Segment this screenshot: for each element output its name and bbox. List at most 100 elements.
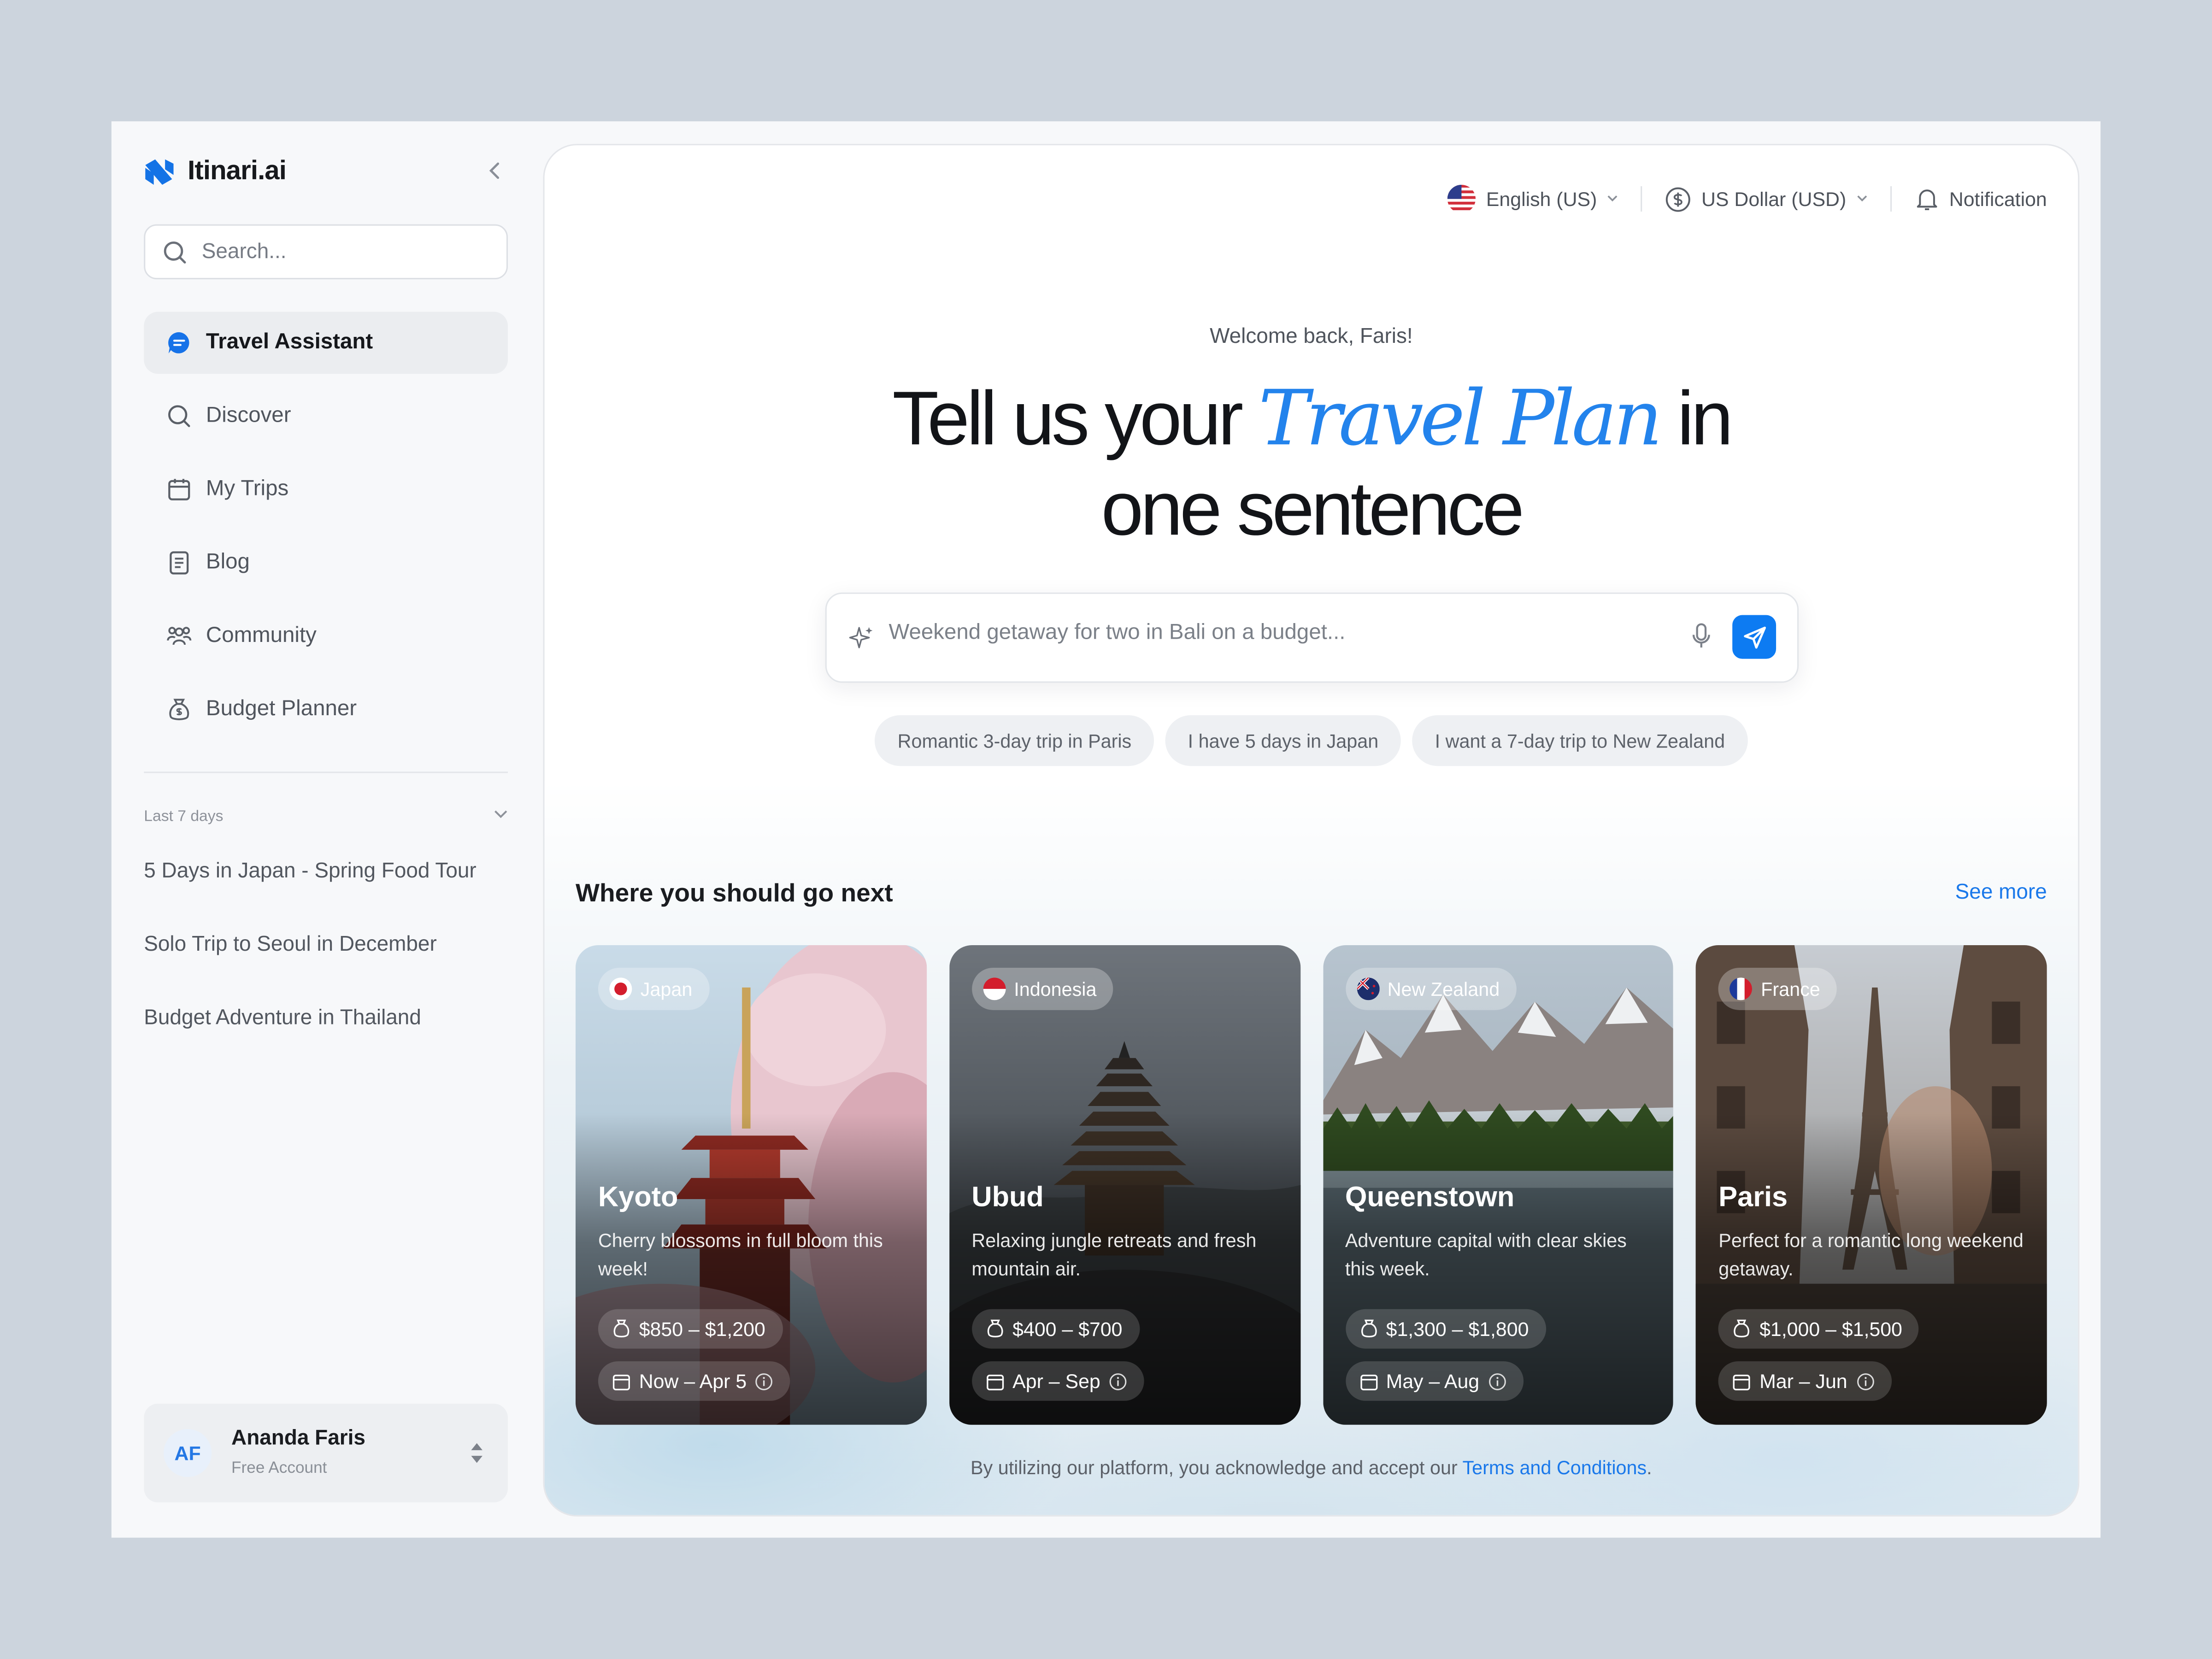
chevron-left-icon [489, 162, 500, 179]
calendar-icon [166, 477, 192, 502]
nav-label: Travel Assistant [206, 330, 373, 354]
search-icon [164, 241, 186, 263]
country-badge: France [1718, 967, 1837, 1010]
city-name: Ubud [971, 1182, 1044, 1213]
currency-label: US Dollar (USD) [1701, 188, 1847, 211]
price-range: $1,300 – $1,800 [1345, 1309, 1546, 1349]
price-text: $1,000 – $1,500 [1759, 1318, 1902, 1341]
currency-selector[interactable]: US Dollar (USD) [1665, 186, 1867, 212]
app-window: Itinari.ai Travel Assistant Discover [111, 121, 2101, 1538]
recent-trips-list: 5 Days in Japan - Spring Food Tour Solo … [144, 855, 525, 1075]
country-name: France [1761, 978, 1820, 1000]
main-panel: English (US) US Dollar (USD) Notificatio… [543, 144, 2080, 1517]
info-icon[interactable] [1856, 1372, 1874, 1390]
send-button[interactable] [1732, 615, 1777, 659]
suggestion-chip[interactable]: I have 5 days in Japan [1165, 715, 1401, 766]
terms-link[interactable]: Terms and Conditions [1462, 1457, 1647, 1478]
travel-dates: May – Aug [1345, 1361, 1524, 1401]
destination-card-paris[interactable]: France Paris Perfect for a romantic long… [1696, 945, 2047, 1425]
sidebar-search[interactable] [144, 224, 508, 280]
nav-item-community[interactable]: Community [144, 605, 508, 667]
nav-item-my-trips[interactable]: My Trips [144, 459, 508, 521]
search-input[interactable] [199, 238, 487, 265]
user-plan: Free Account [231, 1460, 327, 1477]
city-name: Queenstown [1345, 1182, 1515, 1213]
nav-item-discover[interactable]: Discover [144, 385, 508, 447]
nav-label: Discover [206, 403, 291, 428]
separator [1890, 186, 1892, 212]
trip-prompt-input[interactable] [886, 619, 1653, 648]
logo[interactable]: Itinari.ai [142, 155, 287, 189]
city-description: Perfect for a romantic long weekend geta… [1718, 1230, 2024, 1280]
price-text: $400 – $700 [1012, 1318, 1123, 1341]
nav-item-blog[interactable]: Blog [144, 532, 508, 594]
destination-cards: Japan Kyoto Cherry blossoms in full bloo… [575, 945, 2047, 1425]
money-bag-icon [1734, 1319, 1750, 1338]
language-selector[interactable]: English (US) [1448, 185, 1618, 213]
money-bag-icon [166, 697, 192, 722]
nav-label: Community [206, 624, 317, 648]
country-name: Indonesia [1014, 978, 1097, 1000]
recent-trip-item[interactable]: 5 Days in Japan - Spring Food Tour [144, 855, 525, 928]
people-icon [166, 624, 192, 649]
info-icon[interactable] [755, 1372, 774, 1390]
money-bag-icon [613, 1319, 629, 1338]
title-part: in [1659, 377, 1733, 462]
nav-item-travel-assistant[interactable]: Travel Assistant [144, 312, 508, 374]
destination-card-ubud[interactable]: Indonesia Ubud Relaxing jungle retreats … [949, 945, 1300, 1425]
send-icon [1743, 626, 1765, 648]
app-name: Itinari.ai [188, 156, 287, 187]
destination-card-queenstown[interactable]: New Zealand Queenstown Adventure capital… [1322, 945, 1674, 1425]
country-badge: Japan [598, 967, 710, 1010]
nav-label: My Trips [206, 477, 289, 501]
collapse-sidebar-button[interactable] [481, 159, 509, 188]
city-name: Paris [1718, 1182, 1788, 1213]
money-bag-icon [987, 1319, 1003, 1338]
language-label: English (US) [1486, 188, 1597, 211]
calendar-icon [1359, 1374, 1377, 1390]
country-badge: New Zealand [1345, 967, 1517, 1010]
city-name: Kyoto [598, 1182, 678, 1213]
chevron-down-icon [1857, 195, 1867, 202]
price-text: $1,300 – $1,800 [1386, 1318, 1529, 1341]
price-range: $1,000 – $1,500 [1718, 1309, 1919, 1349]
japan-flag-icon [609, 977, 632, 1000]
avatar: AF [164, 1429, 212, 1477]
dates-text: Apr – Sep [1012, 1370, 1100, 1393]
sparkle-icon [849, 627, 873, 648]
chevron-down-icon [1607, 195, 1618, 202]
recent-header[interactable]: Last 7 days [144, 808, 508, 825]
notification-label: Notification [1949, 188, 2047, 211]
info-icon[interactable] [1488, 1372, 1506, 1390]
notification-button[interactable]: Notification [1914, 186, 2047, 212]
nav-item-budget-planner[interactable]: Budget Planner [144, 678, 508, 741]
account-switcher[interactable]: AF Ananda Faris Free Account [144, 1403, 508, 1503]
country-name: New Zealand [1387, 978, 1500, 1000]
recent-trip-item[interactable]: Budget Adventure in Thailand [144, 1001, 525, 1075]
city-description: Relaxing jungle retreats and fresh mount… [971, 1230, 1257, 1280]
suggestion-chip[interactable]: Romantic 3-day trip in Paris [875, 715, 1154, 766]
recent-trip-item[interactable]: Solo Trip to Seoul in December [144, 928, 525, 1001]
city-description: Adventure capital with clear skies this … [1345, 1230, 1627, 1280]
country-name: Japan [640, 978, 693, 1000]
microphone-icon[interactable] [1690, 622, 1712, 650]
info-icon[interactable] [1109, 1372, 1127, 1390]
price-range: $400 – $700 [971, 1309, 1140, 1349]
see-more-link[interactable]: See more [1955, 880, 2047, 904]
title-line-2: one sentence [1101, 467, 1524, 552]
money-bag-icon [1360, 1319, 1377, 1338]
sidebar-nav: Travel Assistant Discover My Trips Blog [144, 312, 508, 752]
welcome-text: Welcome back, Faris! [1210, 324, 1413, 349]
calendar-icon [1733, 1374, 1751, 1390]
user-name: Ananda Faris [231, 1426, 365, 1450]
recent-heading: Last 7 days [144, 808, 224, 825]
chevron-down-icon [494, 810, 507, 818]
search-icon [166, 404, 192, 429]
trip-prompt-box[interactable] [825, 592, 1799, 683]
title-part: Tell us your [892, 377, 1259, 462]
calendar-icon [612, 1374, 630, 1390]
destination-card-kyoto[interactable]: Japan Kyoto Cherry blossoms in full bloo… [575, 945, 927, 1425]
us-flag-icon [1448, 185, 1477, 213]
suggestion-chip[interactable]: I want a 7-day trip to New Zealand [1412, 715, 1748, 766]
top-bar: English (US) US Dollar (USD) Notificatio… [1448, 185, 2047, 213]
